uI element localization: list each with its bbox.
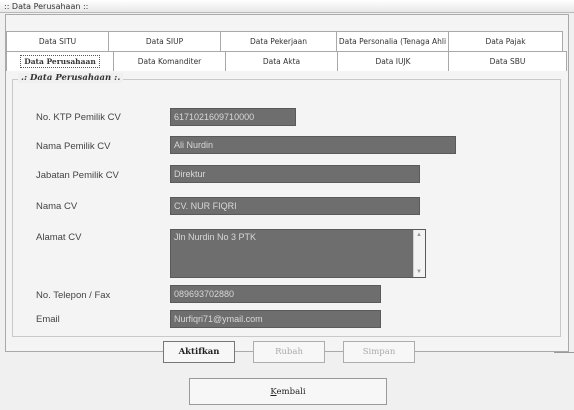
ktp-field[interactable]: 6171021609710000 — [170, 108, 296, 126]
ktp-label: No. KTP Pemilik CV — [36, 112, 121, 123]
telepon-field[interactable]: 089693702880 — [170, 285, 381, 303]
email-label: Email — [36, 314, 60, 325]
jabatan-field[interactable]: Direktur — [170, 165, 420, 183]
tab-label: Data Akta — [262, 57, 301, 66]
nama-cv-label: Nama CV — [36, 201, 78, 212]
tab-data-situ[interactable]: Data SITU — [6, 31, 109, 51]
scroll-up-icon[interactable]: ▲ — [416, 232, 422, 238]
alamat-scrollbar[interactable]: ▲ ▼ — [413, 230, 425, 277]
aktifkan-button[interactable]: Aktifkan — [163, 341, 235, 363]
rubah-label: Rubah — [275, 347, 303, 357]
tab-row-front: Data Perusahaan Data Komanditer Data Akt… — [6, 51, 567, 71]
kembali-label: Kembali — [270, 386, 306, 397]
tab-row-back: Data SITU Data SIUP Data Pekerjaan Data … — [6, 31, 563, 51]
tab-label: Data SITU — [38, 37, 77, 46]
scroll-down-icon[interactable]: ▼ — [416, 269, 422, 275]
email-field[interactable]: Nurfiqri71@ymail.com — [170, 310, 381, 328]
nama-pemilik-field[interactable]: Ali Nurdin — [170, 136, 456, 154]
kembali-button[interactable]: Kembali — [189, 378, 387, 405]
jabatan-label: Jabatan Pemilik CV — [36, 170, 119, 181]
tab-label: Data Pajak — [485, 37, 526, 46]
aktifkan-label: Aktifkan — [178, 347, 220, 357]
tab-data-pekerjaan[interactable]: Data Pekerjaan — [220, 31, 337, 51]
rubah-button[interactable]: Rubah — [253, 341, 325, 363]
alamat-textarea[interactable]: Jln Nurdin No 3 PTK ▲ ▼ — [170, 229, 426, 278]
group-title: .: Data Perusahaan :. — [18, 73, 124, 83]
alamat-label: Alamat CV — [36, 232, 82, 243]
alamat-text: Jln Nurdin No 3 PTK — [174, 232, 257, 242]
tab-data-komanditer[interactable]: Data Komanditer — [113, 51, 226, 71]
window-title: :: Data Perusahaan :: — [0, 0, 574, 13]
tab-data-pajak[interactable]: Data Pajak — [448, 31, 563, 51]
tab-label: Data SBU — [489, 57, 526, 66]
tab-label: Data Personalia (Tenaga Ahli — [338, 37, 447, 46]
nama-cv-field[interactable]: CV. NUR FIQRI — [170, 197, 420, 215]
tab-data-sbu[interactable]: Data SBU — [448, 51, 567, 71]
tab-label: Data SIUP — [145, 37, 184, 46]
tab-label: Data Pekerjaan — [250, 37, 307, 46]
simpan-button[interactable]: Simpan — [343, 341, 415, 363]
tab-label: Data Perusahaan — [20, 55, 100, 68]
telepon-label: No. Telepon / Fax — [36, 290, 111, 301]
tab-label: Data Komanditer — [137, 57, 202, 66]
tab-data-perusahaan[interactable]: Data Perusahaan — [6, 51, 114, 71]
tab-data-personalia[interactable]: Data Personalia (Tenaga Ahli — [336, 31, 449, 51]
tab-data-siup[interactable]: Data SIUP — [108, 31, 221, 51]
tab-data-akta[interactable]: Data Akta — [225, 51, 338, 71]
tab-data-iujk[interactable]: Data IUJK — [337, 51, 449, 71]
simpan-label: Simpan — [362, 347, 396, 357]
nama-pemilik-label: Nama Pemilik CV — [36, 141, 111, 152]
tab-label: Data IUJK — [375, 57, 411, 66]
divider — [554, 352, 574, 353]
